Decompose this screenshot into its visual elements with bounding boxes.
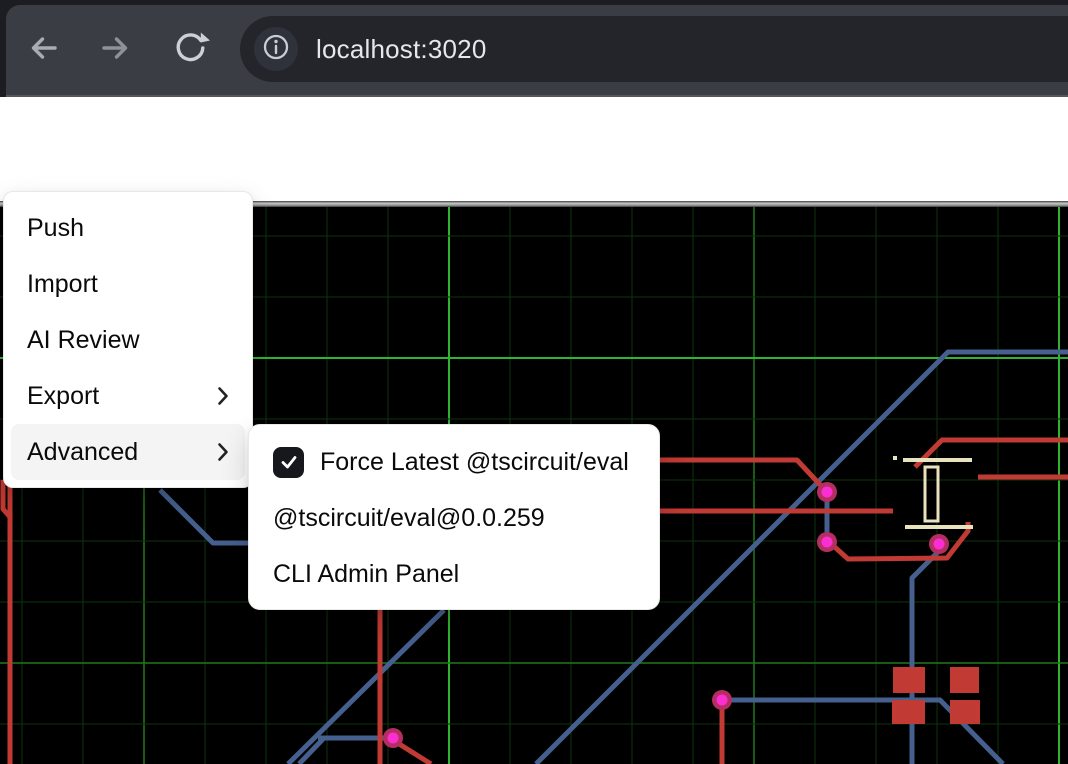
browser-toolbar: localhost:3020 [0, 0, 1068, 97]
menu-item-label: AI Review [27, 326, 140, 355]
menu-item-label: Advanced [27, 438, 138, 467]
menu-item-ai-review[interactable]: AI Review [11, 312, 245, 368]
forward-button[interactable] [95, 29, 137, 71]
menu-item-export[interactable]: Export [11, 368, 245, 424]
submenu-item-tscircuit-eval-0-0-259[interactable]: @tscircuit/eval@0.0.259 [249, 490, 659, 546]
info-icon [261, 32, 291, 67]
menu-item-advanced[interactable]: Advanced [11, 424, 245, 480]
site-info-button[interactable] [254, 27, 298, 71]
menu-item-push[interactable]: Push [11, 200, 245, 256]
file-menu: Push Import AI Review Export Advanced [3, 191, 253, 488]
reload-icon [170, 28, 210, 73]
back-button[interactable] [22, 29, 64, 71]
menu-item-label: Import [27, 270, 98, 299]
menu-item-label: Push [27, 214, 84, 243]
submenu-item-label: CLI Admin Panel [273, 560, 459, 589]
arrow-left-icon [23, 28, 63, 73]
arrow-right-icon [96, 28, 136, 73]
submenu-item-force-latest-tscircuit-eval[interactable]: Force Latest @tscircuit/eval [249, 434, 659, 490]
checkbox-checked[interactable] [273, 447, 304, 478]
url-text[interactable]: localhost:3020 [316, 16, 486, 82]
submenu-item-cli-admin-panel[interactable]: CLI Admin Panel [249, 546, 659, 602]
browser-window: localhost:3020 File Push Import AI Review E… [0, 0, 1068, 764]
submenu-item-label: Force Latest @tscircuit/eval [320, 448, 629, 477]
address-bar[interactable]: localhost:3020 [240, 16, 1068, 82]
submenu-item-label: @tscircuit/eval@0.0.259 [273, 504, 545, 533]
page-header: File [0, 97, 1068, 201]
menu-item-import[interactable]: Import [11, 256, 245, 312]
advanced-submenu: Force Latest @tscircuit/eval @tscircuit/e… [248, 424, 660, 610]
chevron-right-icon [217, 440, 229, 464]
menu-item-label: Export [27, 382, 99, 411]
chevron-right-icon [217, 384, 229, 408]
reload-button[interactable] [169, 29, 211, 71]
